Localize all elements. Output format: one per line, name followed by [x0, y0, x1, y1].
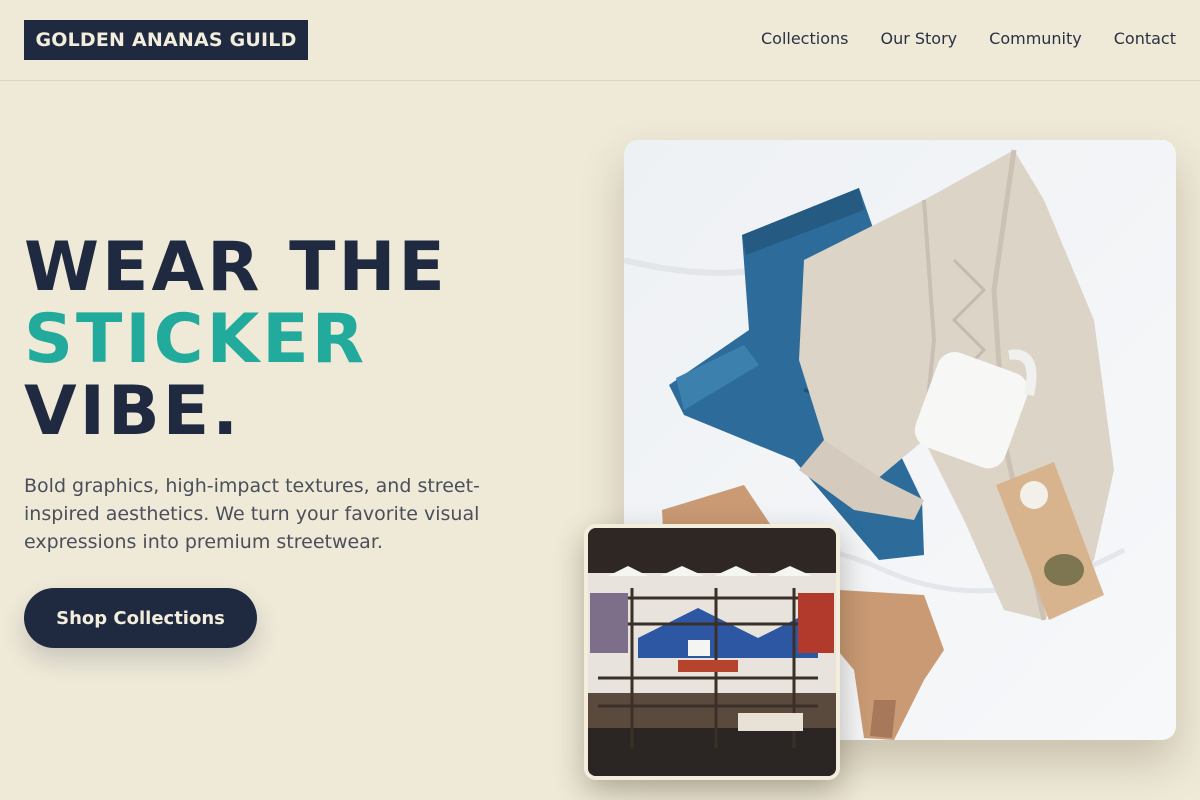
brand-logo[interactable]: GOLDEN ANANAS GUILD	[24, 20, 308, 60]
site-header: GOLDEN ANANAS GUILD Collections Our Stor…	[0, 0, 1200, 81]
hero-headline: WEAR THE STICKER VIBE.	[24, 232, 448, 448]
main-nav: Collections Our Story Community Contact	[761, 29, 1176, 49]
headline-line-3: VIBE.	[24, 372, 242, 451]
store-interior-image	[584, 524, 840, 780]
shop-collections-button[interactable]: Shop Collections	[24, 588, 257, 648]
hero-description: Bold graphics, high-impact textures, and…	[24, 475, 480, 553]
nav-link-contact[interactable]: Contact	[1114, 29, 1176, 49]
nav-link-community[interactable]: Community	[989, 29, 1082, 49]
headline-line-2: STICKER	[24, 300, 368, 379]
nav-link-collections[interactable]: Collections	[761, 29, 848, 49]
headline-line-1: WEAR THE	[24, 228, 448, 307]
nav-link-our-story[interactable]: Our Story	[880, 29, 957, 49]
